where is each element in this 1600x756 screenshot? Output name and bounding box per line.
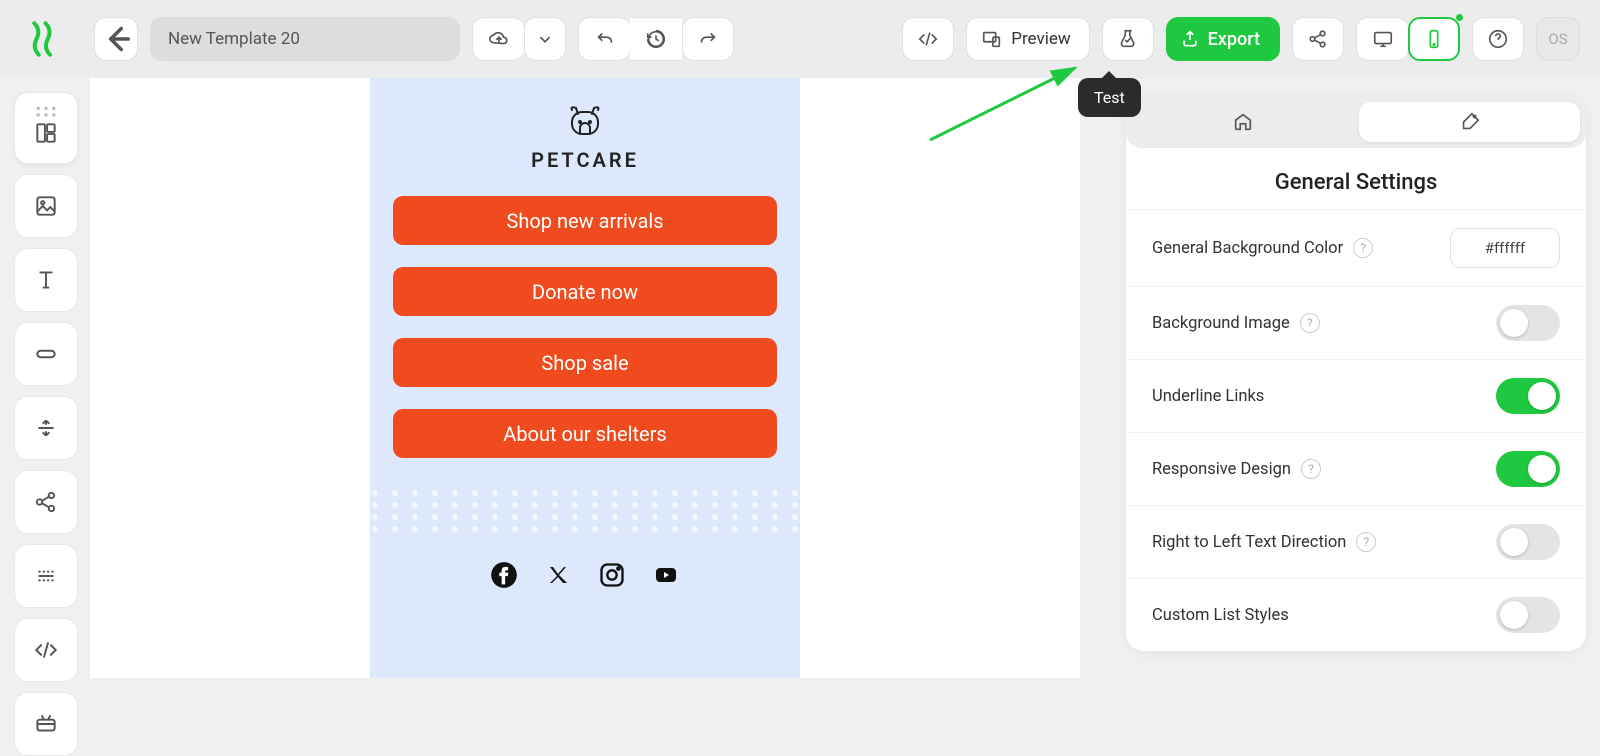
export-label: Export (1208, 29, 1260, 50)
instagram-icon[interactable] (597, 560, 627, 590)
spacer-block-button[interactable] (14, 396, 78, 460)
save-group (472, 17, 566, 61)
structures-button[interactable] (14, 92, 78, 164)
redo-button[interactable] (682, 17, 734, 61)
setting-list-styles: Custom List Styles (1126, 578, 1586, 651)
setting-label-text: Underline Links (1152, 387, 1264, 406)
template-name-field[interactable]: New Template 20 (150, 17, 460, 61)
timer-block-button[interactable] (14, 692, 78, 756)
cloud-save-button[interactable] (472, 17, 524, 61)
setting-bg-color: General Background Color ? #ffffff (1126, 209, 1586, 286)
user-initials: OS (1548, 30, 1567, 48)
user-avatar[interactable]: OS (1536, 17, 1580, 61)
setting-label-text: General Background Color (1152, 239, 1343, 258)
preview-label: Preview (1011, 29, 1070, 49)
app-logo (20, 18, 62, 60)
viewport-switcher (1356, 17, 1460, 61)
panel-title: General Settings (1126, 148, 1586, 209)
cta-shop-sale[interactable]: Shop sale (393, 338, 777, 387)
help-icon[interactable]: ? (1353, 238, 1373, 258)
setting-label-text: Responsive Design (1152, 460, 1291, 479)
top-toolbar: New Template 20 Preview Export (0, 0, 1600, 78)
cta-shop-new[interactable]: Shop new arrivals (393, 196, 777, 245)
setting-label-text: Custom List Styles (1152, 606, 1289, 625)
template-name-text: New Template 20 (168, 29, 300, 49)
facebook-icon[interactable] (489, 560, 519, 590)
toggle-responsive[interactable] (1496, 451, 1560, 487)
test-button[interactable] (1102, 17, 1154, 61)
paw-divider (370, 488, 800, 532)
preview-button[interactable]: Preview (966, 17, 1089, 61)
setting-label-text: Background Image (1152, 314, 1290, 333)
setting-underline-links: Underline Links (1126, 359, 1586, 432)
html-block-button[interactable] (14, 618, 78, 682)
help-icon[interactable]: ? (1301, 459, 1321, 479)
mobile-view-button[interactable] (1408, 17, 1460, 61)
color-input[interactable]: #ffffff (1450, 228, 1560, 268)
cta-donate[interactable]: Donate now (393, 267, 777, 316)
menu-block-button[interactable] (14, 544, 78, 608)
brand-name: PETCARE (531, 148, 639, 172)
youtube-icon[interactable] (651, 560, 681, 590)
save-dropdown-button[interactable] (524, 17, 566, 61)
history-group (578, 17, 734, 61)
social-block-button[interactable] (14, 470, 78, 534)
toggle-list-styles[interactable] (1496, 597, 1560, 633)
share-button[interactable] (1292, 17, 1344, 61)
version-history-button[interactable] (630, 17, 682, 61)
setting-responsive: Responsive Design ? (1126, 432, 1586, 505)
x-twitter-icon[interactable] (543, 560, 573, 590)
setting-rtl: Right to Left Text Direction ? (1126, 505, 1586, 578)
toggle-bg-image[interactable] (1496, 305, 1560, 341)
left-element-toolbar (14, 92, 78, 756)
toggle-rtl[interactable] (1496, 524, 1560, 560)
button-block-button[interactable] (14, 322, 78, 386)
settings-panel: General Settings General Background Colo… (1126, 96, 1586, 651)
social-icons-row (489, 560, 681, 590)
tab-appearance[interactable] (1132, 102, 1353, 142)
text-block-button[interactable] (14, 248, 78, 312)
toggle-underline-links[interactable] (1496, 378, 1560, 414)
tab-general[interactable] (1359, 102, 1580, 142)
desktop-view-button[interactable] (1356, 17, 1408, 61)
cta-shelters[interactable]: About our shelters (393, 409, 777, 458)
help-icon[interactable]: ? (1300, 313, 1320, 333)
brand-logo: PETCARE (531, 104, 639, 172)
email-preview: PETCARE Shop new arrivals Donate now Sho… (370, 78, 800, 678)
panel-tabs (1126, 96, 1586, 148)
undo-button[interactable] (578, 17, 630, 61)
back-button[interactable] (94, 17, 138, 61)
setting-label-text: Right to Left Text Direction (1152, 533, 1346, 552)
export-button[interactable]: Export (1166, 17, 1280, 61)
help-icon[interactable]: ? (1356, 532, 1376, 552)
code-editor-button[interactable] (902, 17, 954, 61)
editor-canvas[interactable]: PETCARE Shop new arrivals Donate now Sho… (90, 78, 1080, 678)
test-tooltip: Test (1078, 78, 1141, 117)
setting-bg-image: Background Image ? (1126, 286, 1586, 359)
help-button[interactable] (1472, 17, 1524, 61)
image-block-button[interactable] (14, 174, 78, 238)
